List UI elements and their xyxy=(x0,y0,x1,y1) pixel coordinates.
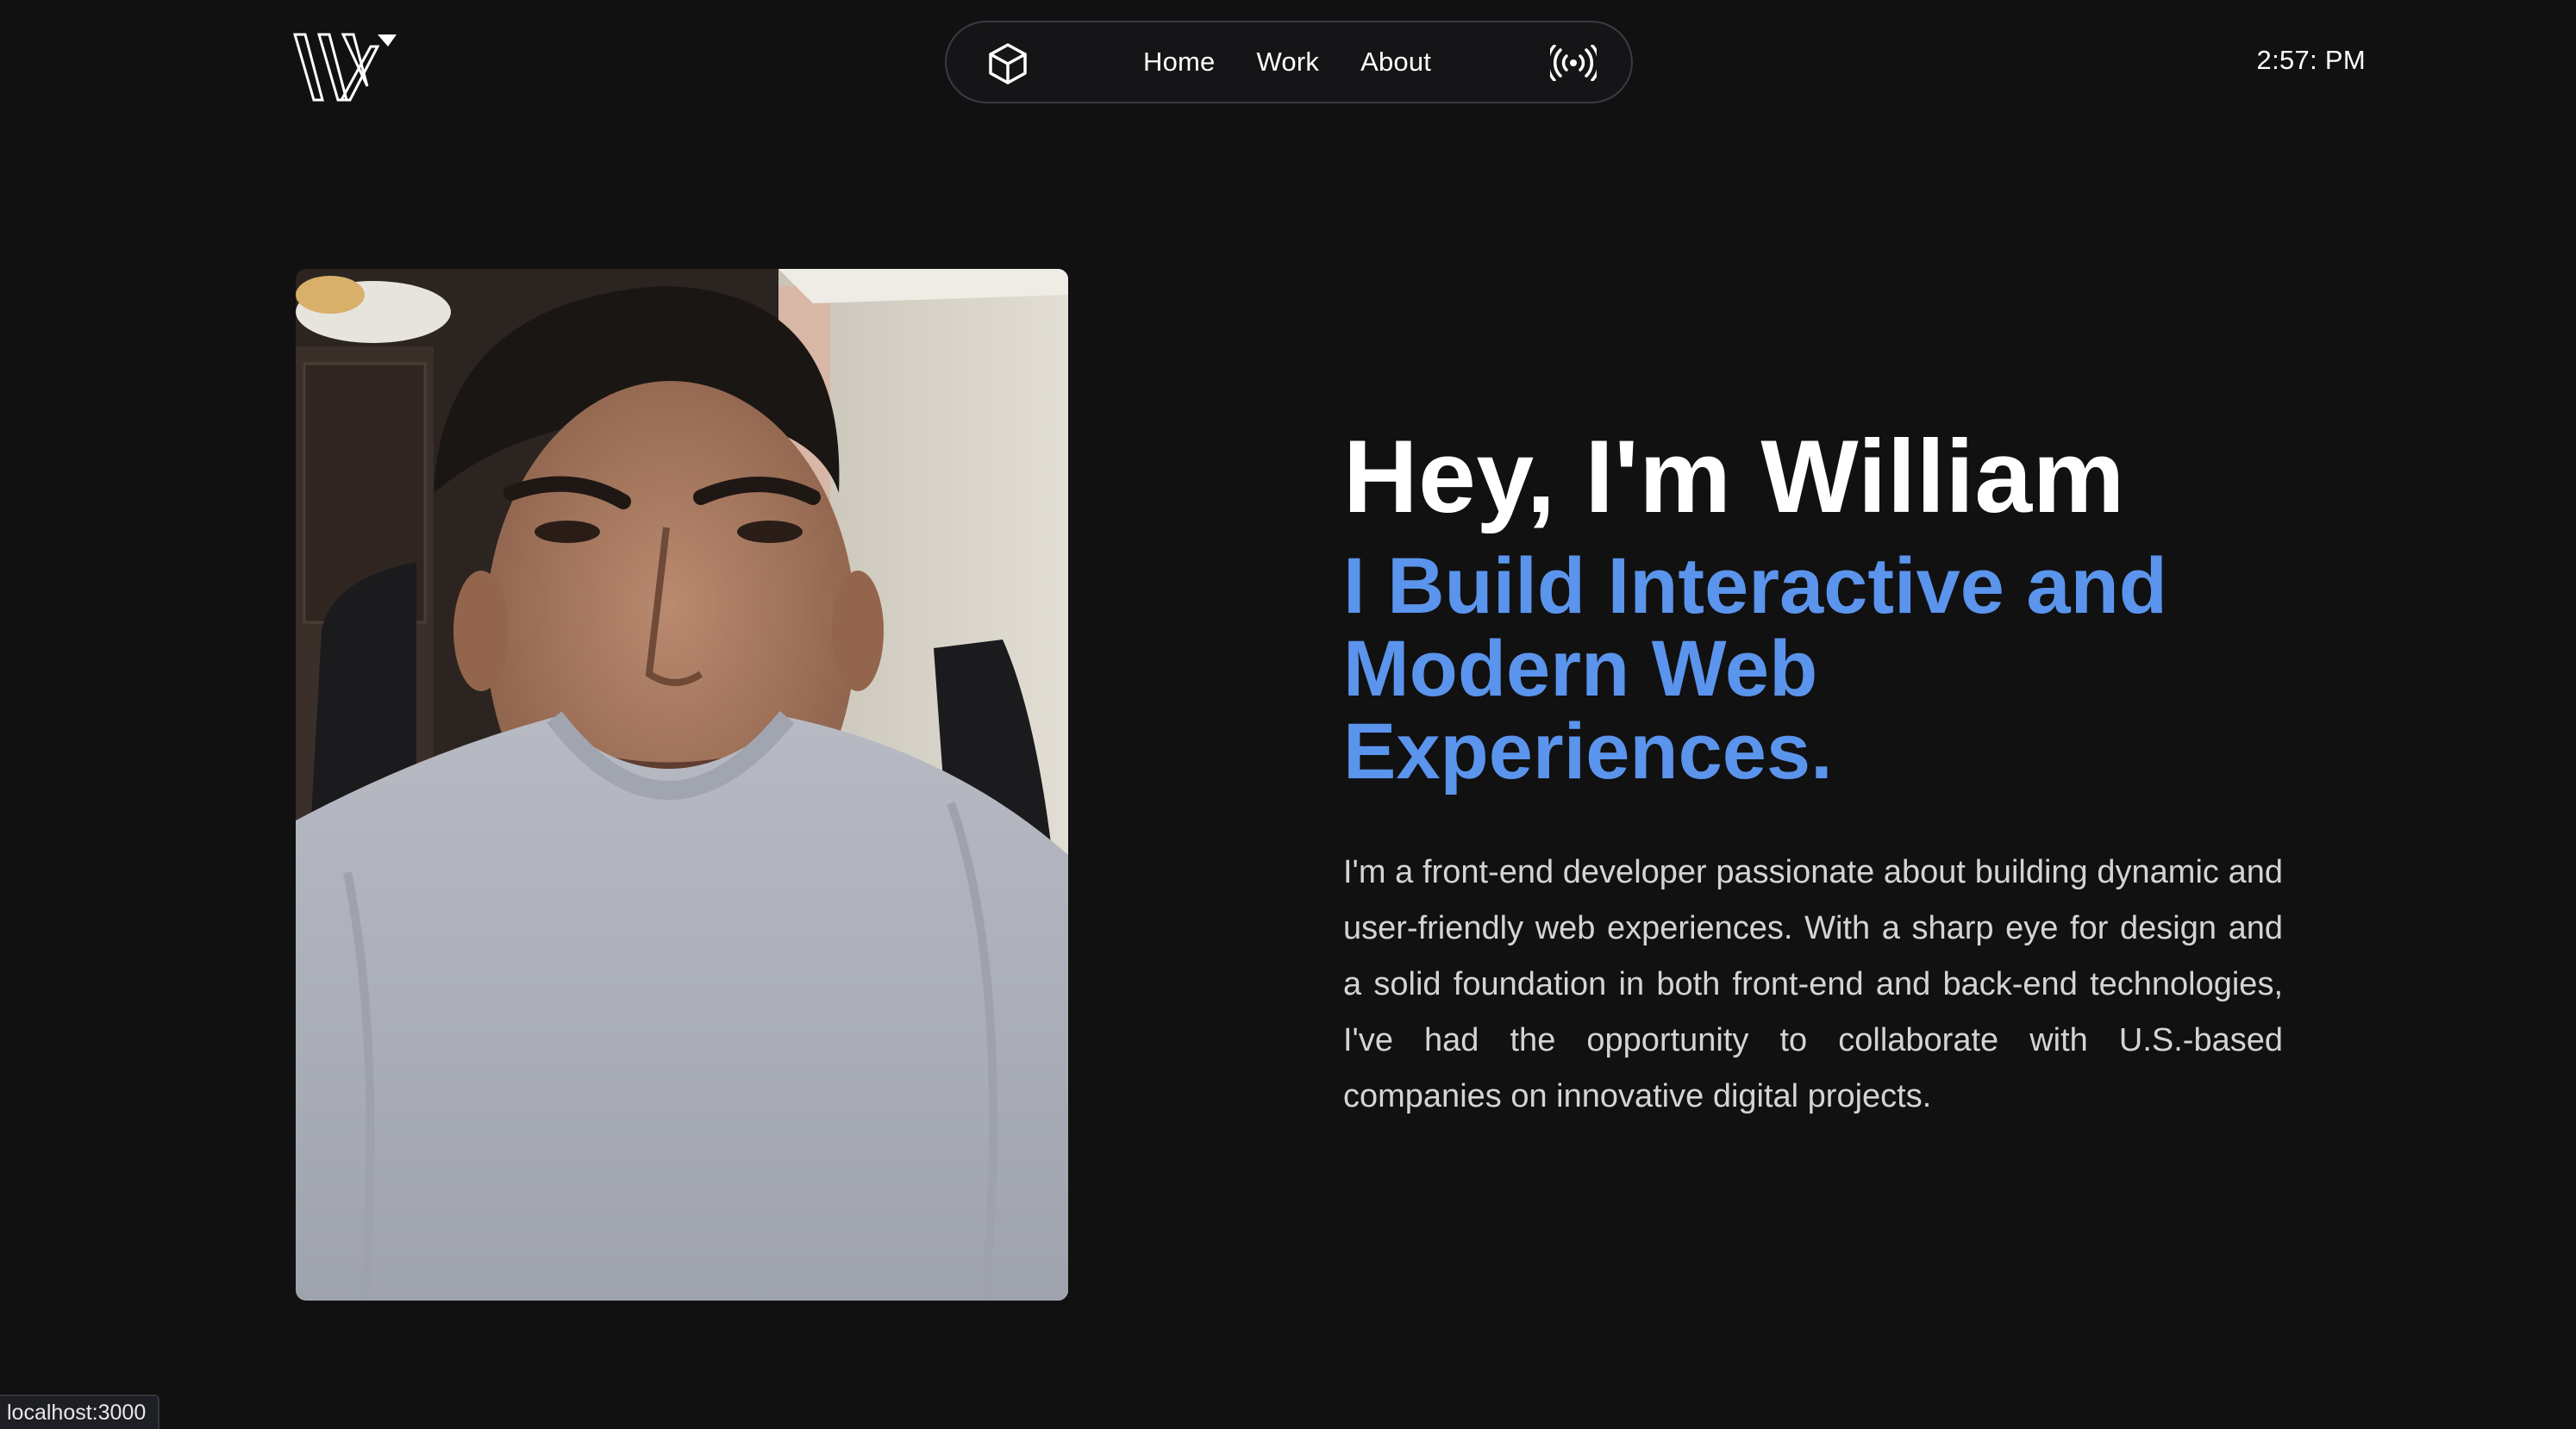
broadcast-icon[interactable] xyxy=(1550,45,1597,81)
nav-links: Home Work About xyxy=(1143,22,1431,102)
hero-section: Hey, I'm William I Build Interactive and… xyxy=(1343,421,2292,1125)
hero-title: Hey, I'm William xyxy=(1343,419,2125,534)
cube-icon[interactable] xyxy=(985,41,1030,86)
w-logo-icon[interactable] xyxy=(293,31,400,103)
nav-link-home[interactable]: Home xyxy=(1143,47,1216,78)
clock: 2:57: PM xyxy=(2256,45,2366,75)
page: Home Work About 2:57: PM Hey, I'm Willia… xyxy=(0,0,2576,1429)
nav-link-about[interactable]: About xyxy=(1360,47,1431,78)
profile-photo xyxy=(296,269,1068,1301)
main-navigation: Home Work About xyxy=(945,21,1633,103)
hero-subtitle: I Build Interactive and Modern Web Exper… xyxy=(1343,542,2167,796)
status-bar-url: localhost:3000 xyxy=(0,1395,160,1429)
nav-link-work[interactable]: Work xyxy=(1257,47,1320,78)
hero-description: I'm a front-end developer passionate abo… xyxy=(1343,854,2283,1114)
